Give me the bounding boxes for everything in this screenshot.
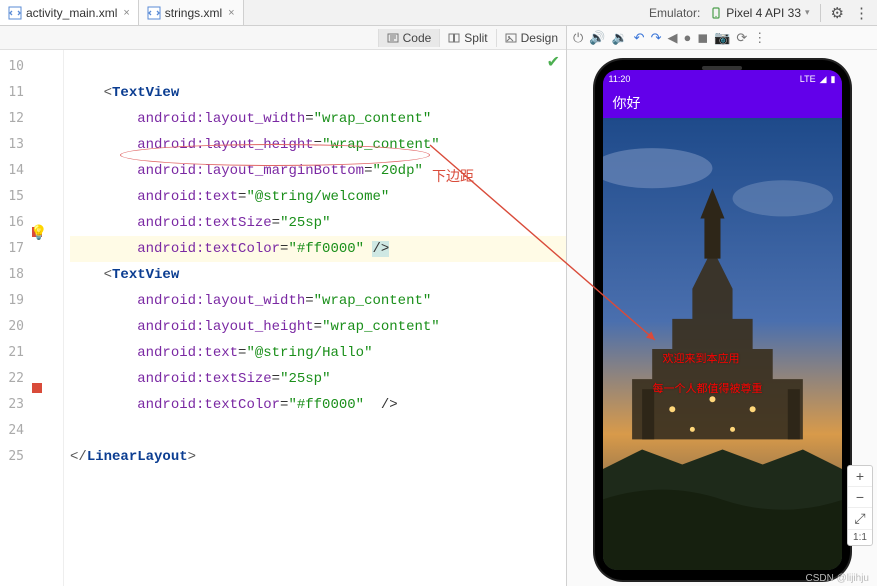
lightbulb-icon[interactable]: 💡 xyxy=(30,224,47,241)
screen-text-2: 每一个人都值得被尊重 xyxy=(653,380,763,396)
status-net: LTE xyxy=(800,74,816,84)
watermark: CSDN @lijihju xyxy=(806,573,870,584)
refresh-icon[interactable]: ⟳ xyxy=(736,30,747,46)
xml-file-icon xyxy=(8,6,22,20)
mode-label: Design xyxy=(521,31,558,45)
screenshot-icon[interactable]: 📷 xyxy=(714,30,730,46)
mode-label: Code xyxy=(403,31,432,45)
design-icon xyxy=(505,32,517,44)
zoom-in-button[interactable]: + xyxy=(848,466,872,486)
battery-icon: ▮ xyxy=(831,74,836,85)
status-bar: 11:20 LTE ◢ ▮ xyxy=(603,70,842,88)
close-icon[interactable]: × xyxy=(123,7,129,19)
phone-icon xyxy=(710,7,722,19)
rotate-left-icon[interactable]: ↶ xyxy=(634,30,645,46)
design-mode-bar: Code Split Design xyxy=(0,26,566,50)
volume-down-icon[interactable]: 🔉 xyxy=(611,30,627,46)
wallpaper xyxy=(603,118,842,570)
breakpoint-marker[interactable] xyxy=(32,383,42,393)
zoom-controls: + − ⤢ 1:1 xyxy=(847,465,873,546)
top-right: Emulator: Pixel 4 API 33 ▾ ⚙ ⋮ xyxy=(649,4,877,22)
emulator-toolbar: ⏻ 🔊 🔉 ↶ ↷ ◀ ● ◼ 📷 ⟳ ⋮ xyxy=(567,26,877,50)
code-text[interactable]: <TextView android:layout_width="wrap_con… xyxy=(64,50,566,586)
chevron-down-icon: ▾ xyxy=(805,7,810,18)
power-icon[interactable]: ⏻ xyxy=(573,30,583,46)
line-gutter: 10 11 12 13 14 15 16 17 18 19 20 21 22 2… xyxy=(0,50,30,586)
signal-icon: ◢ xyxy=(820,74,827,85)
fold-column xyxy=(50,50,64,586)
editor-pane: Code Split Design 10 11 12 13 14 15 16 1… xyxy=(0,26,567,586)
zoom-out-button[interactable]: − xyxy=(848,486,872,507)
editor-tabs: activity_main.xml × strings.xml × xyxy=(0,0,244,25)
app-title: 你好 xyxy=(613,93,641,113)
back-icon[interactable]: ◀ xyxy=(667,30,677,46)
separator xyxy=(820,4,821,22)
phone-screen[interactable]: 11:20 LTE ◢ ▮ 你好 xyxy=(603,70,842,570)
code-icon xyxy=(387,32,399,44)
code-area[interactable]: 10 11 12 13 14 15 16 17 18 19 20 21 22 2… xyxy=(0,50,566,586)
tab-activity-main[interactable]: activity_main.xml × xyxy=(0,0,139,25)
mode-code[interactable]: Code xyxy=(378,29,440,47)
overview-icon[interactable]: ◼ xyxy=(697,30,708,46)
split-icon xyxy=(448,32,460,44)
check-icon: ✔ xyxy=(547,52,560,72)
gear-icon[interactable]: ⚙ xyxy=(831,4,844,22)
mode-split[interactable]: Split xyxy=(439,29,495,47)
status-time: 11:20 xyxy=(609,74,631,84)
volume-up-icon[interactable]: 🔊 xyxy=(589,30,605,46)
zoom-fit-button[interactable]: ⤢ xyxy=(848,507,872,529)
markers: 💡 xyxy=(30,50,50,586)
tab-strings[interactable]: strings.xml × xyxy=(139,0,244,25)
home-icon[interactable]: ● xyxy=(683,30,691,45)
rotate-right-icon[interactable]: ↷ xyxy=(651,30,662,46)
device-selector[interactable]: Pixel 4 API 33 ▾ xyxy=(710,6,809,20)
tab-label: strings.xml xyxy=(165,6,222,20)
zoom-ratio-button[interactable]: 1:1 xyxy=(848,529,872,545)
more-icon[interactable]: ⋮ xyxy=(854,4,869,22)
mode-design[interactable]: Design xyxy=(496,29,566,47)
phone-frame: 11:20 LTE ◢ ▮ 你好 xyxy=(595,60,850,580)
emulator-pane: ⏻ 🔊 🔉 ↶ ↷ ◀ ● ◼ 📷 ⟳ ⋮ 11:20 LTE ◢ xyxy=(567,26,877,586)
emulator-stage: 11:20 LTE ◢ ▮ 你好 xyxy=(567,50,877,586)
emulator-label: Emulator: xyxy=(649,6,700,20)
xml-file-icon xyxy=(147,6,161,20)
tab-label: activity_main.xml xyxy=(26,6,117,20)
app-bar: 你好 xyxy=(603,88,842,118)
top-bar: activity_main.xml × strings.xml × Emulat… xyxy=(0,0,877,26)
more-icon[interactable]: ⋮ xyxy=(753,30,766,46)
close-icon[interactable]: × xyxy=(228,7,234,19)
mode-label: Split xyxy=(464,31,487,45)
device-name: Pixel 4 API 33 xyxy=(726,6,801,20)
screen-text-1: 欢迎来到本应用 xyxy=(663,350,740,366)
main: Code Split Design 10 11 12 13 14 15 16 1… xyxy=(0,26,877,586)
